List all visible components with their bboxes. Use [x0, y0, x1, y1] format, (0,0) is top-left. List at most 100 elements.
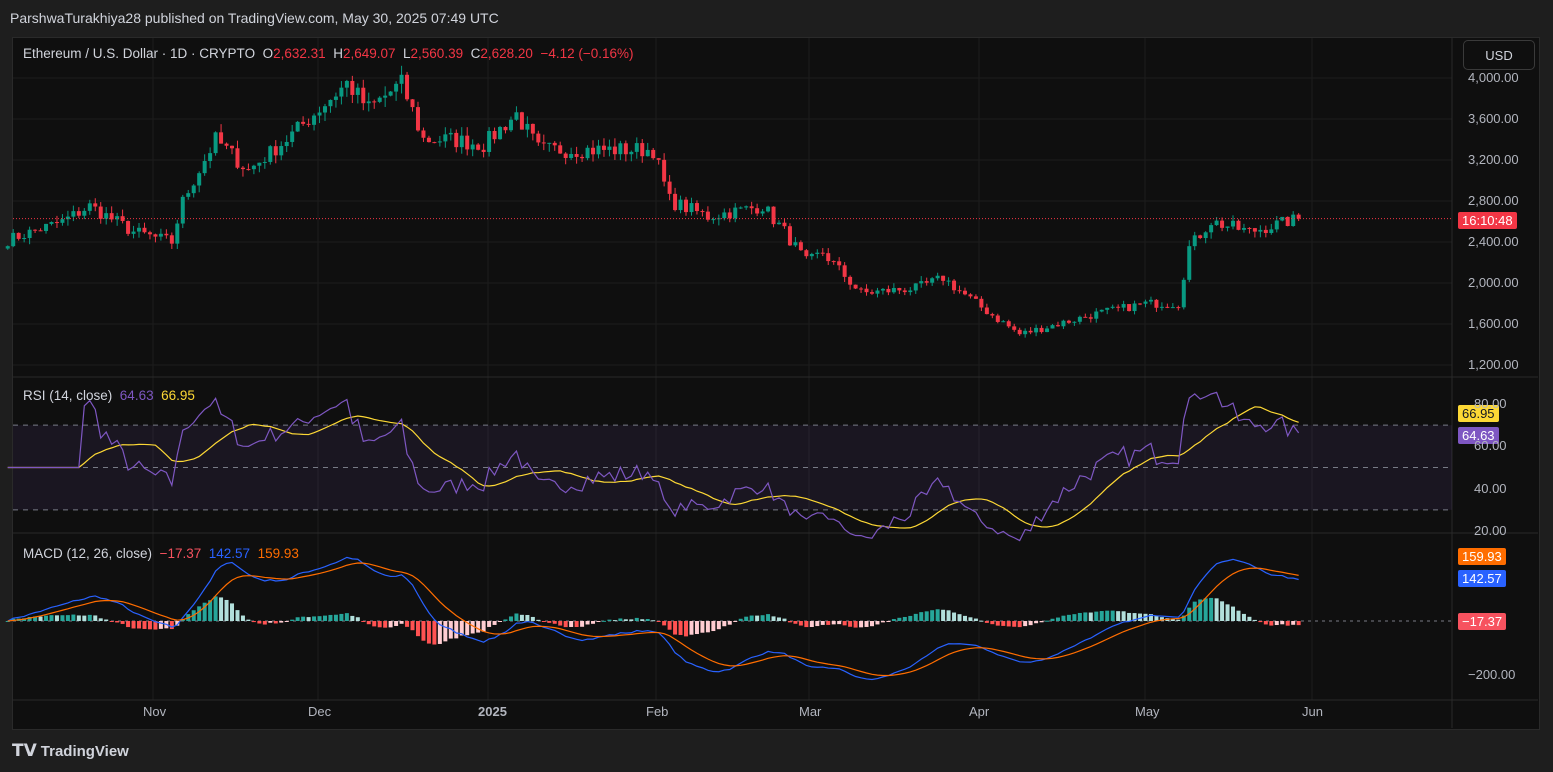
candle-body [71, 211, 76, 217]
candle-body [563, 153, 568, 159]
candle-body [875, 290, 880, 294]
macd-histogram-bar [514, 613, 519, 621]
macd-histogram-bar [766, 614, 771, 621]
candle-body [361, 87, 366, 104]
macd-histogram-bar [995, 621, 1000, 626]
macd-histogram-bar [1066, 614, 1071, 621]
candle-body [383, 95, 388, 98]
candle-body [22, 238, 27, 240]
macd-histogram-bar [104, 619, 109, 621]
macd-histogram-bar [563, 621, 568, 628]
macd-tick-label: −200.00 [1468, 667, 1516, 682]
candle-body [919, 281, 924, 284]
candle-body [1039, 327, 1044, 333]
macd-histogram-bar [634, 617, 639, 621]
candle-body [580, 156, 585, 159]
candle-body [930, 278, 935, 283]
macd-histogram-bar [443, 621, 448, 642]
candle-body [104, 213, 109, 219]
candle-body [1269, 229, 1274, 233]
macd-histogram-bar [1034, 621, 1039, 624]
candle-body [902, 290, 907, 293]
close-value: 2,628.20 [480, 46, 533, 61]
macd-histogram-bar [82, 615, 87, 621]
macd-histogram-bar [235, 610, 240, 621]
macd-histogram-bar [1214, 598, 1219, 621]
candle-body [514, 112, 519, 120]
candle-body [1285, 216, 1290, 226]
open-value: 2,632.31 [273, 46, 326, 61]
macd-histogram-bar [333, 614, 338, 621]
currency-button[interactable]: USD [1463, 40, 1535, 70]
macd-histogram-bar [1252, 619, 1257, 621]
macd-histogram-bar [744, 616, 749, 621]
macd-histogram-bar [361, 621, 366, 622]
candle-body [596, 145, 601, 155]
macd-histogram-bar [295, 617, 300, 621]
chart-canvas[interactable] [0, 0, 1553, 772]
macd-histogram-bar [552, 621, 557, 624]
candle-body [979, 298, 984, 308]
macd-histogram-bar [1176, 619, 1181, 621]
macd-histogram-bar [421, 621, 426, 641]
footer-brand: TradingView [40, 742, 129, 760]
candle-body [1247, 227, 1252, 229]
rsi-legend: RSI (14, close) 64.63 66.95 [23, 388, 195, 403]
macd-histogram-bar [656, 621, 661, 622]
candle-body [322, 106, 327, 113]
rsi-tick-label: 80.00 [1474, 396, 1507, 411]
candle-body [421, 130, 426, 138]
macd-line [7, 556, 1299, 681]
candle-body [76, 211, 81, 216]
macd-histogram-bar [481, 621, 486, 632]
macd-histogram-bar [372, 621, 377, 627]
macd-histogram-bar [1263, 621, 1268, 625]
macd-histogram-bar [733, 621, 738, 622]
macd-histogram-bar [678, 621, 683, 635]
candle-body [766, 206, 771, 212]
macd-histogram-bar [109, 621, 114, 622]
candle-body [1203, 232, 1208, 239]
candle-body [1105, 307, 1110, 310]
candle-body [941, 275, 946, 281]
candle-body [153, 234, 158, 237]
macd-histogram-bar [787, 621, 792, 623]
macd-value: 142.57 [208, 546, 251, 561]
candle-body [405, 74, 410, 100]
macd-histogram-bar [973, 618, 978, 621]
macd-price-label: 142.57 [1458, 570, 1506, 587]
candle-body [1209, 225, 1214, 233]
candle-body [623, 143, 628, 155]
candle-body [755, 208, 760, 214]
candle-body [246, 169, 251, 171]
candle-body [5, 246, 10, 249]
macd-histogram-bar [76, 615, 81, 621]
candle-body [547, 142, 552, 144]
low-label: L [403, 46, 411, 61]
macd-histogram-bar [519, 614, 524, 621]
macd-histogram-bar [1072, 614, 1077, 621]
macd-histogram-bar [44, 615, 49, 621]
macd-histogram-bar [601, 620, 606, 622]
macd-histogram-bar [131, 621, 136, 629]
candle-body [591, 147, 596, 155]
candle-body [1241, 227, 1246, 230]
candle-body [629, 151, 634, 155]
tradingview-logo[interactable]: 𝗧𝗩 TradingView [12, 741, 129, 761]
candle-body [399, 74, 404, 84]
macd-histogram-bar [1083, 612, 1088, 621]
price-tick-label: 3,600.00 [1468, 111, 1519, 126]
macd-histogram-bar [322, 615, 327, 621]
change-value: −4.12 (−0.16%) [540, 46, 634, 61]
macd-histogram-bar [760, 615, 765, 621]
macd-histogram-bar [405, 621, 410, 627]
low-value: 2,560.39 [410, 46, 464, 61]
candle-body [864, 288, 869, 293]
candle-body [350, 80, 355, 95]
price-tick-label: 3,200.00 [1468, 152, 1519, 167]
candle-body [760, 211, 765, 214]
signal-line [7, 562, 1299, 677]
rsi-label: RSI (14, close) [23, 388, 113, 403]
candle-body [694, 203, 699, 212]
macd-histogram-bar [1296, 621, 1301, 626]
